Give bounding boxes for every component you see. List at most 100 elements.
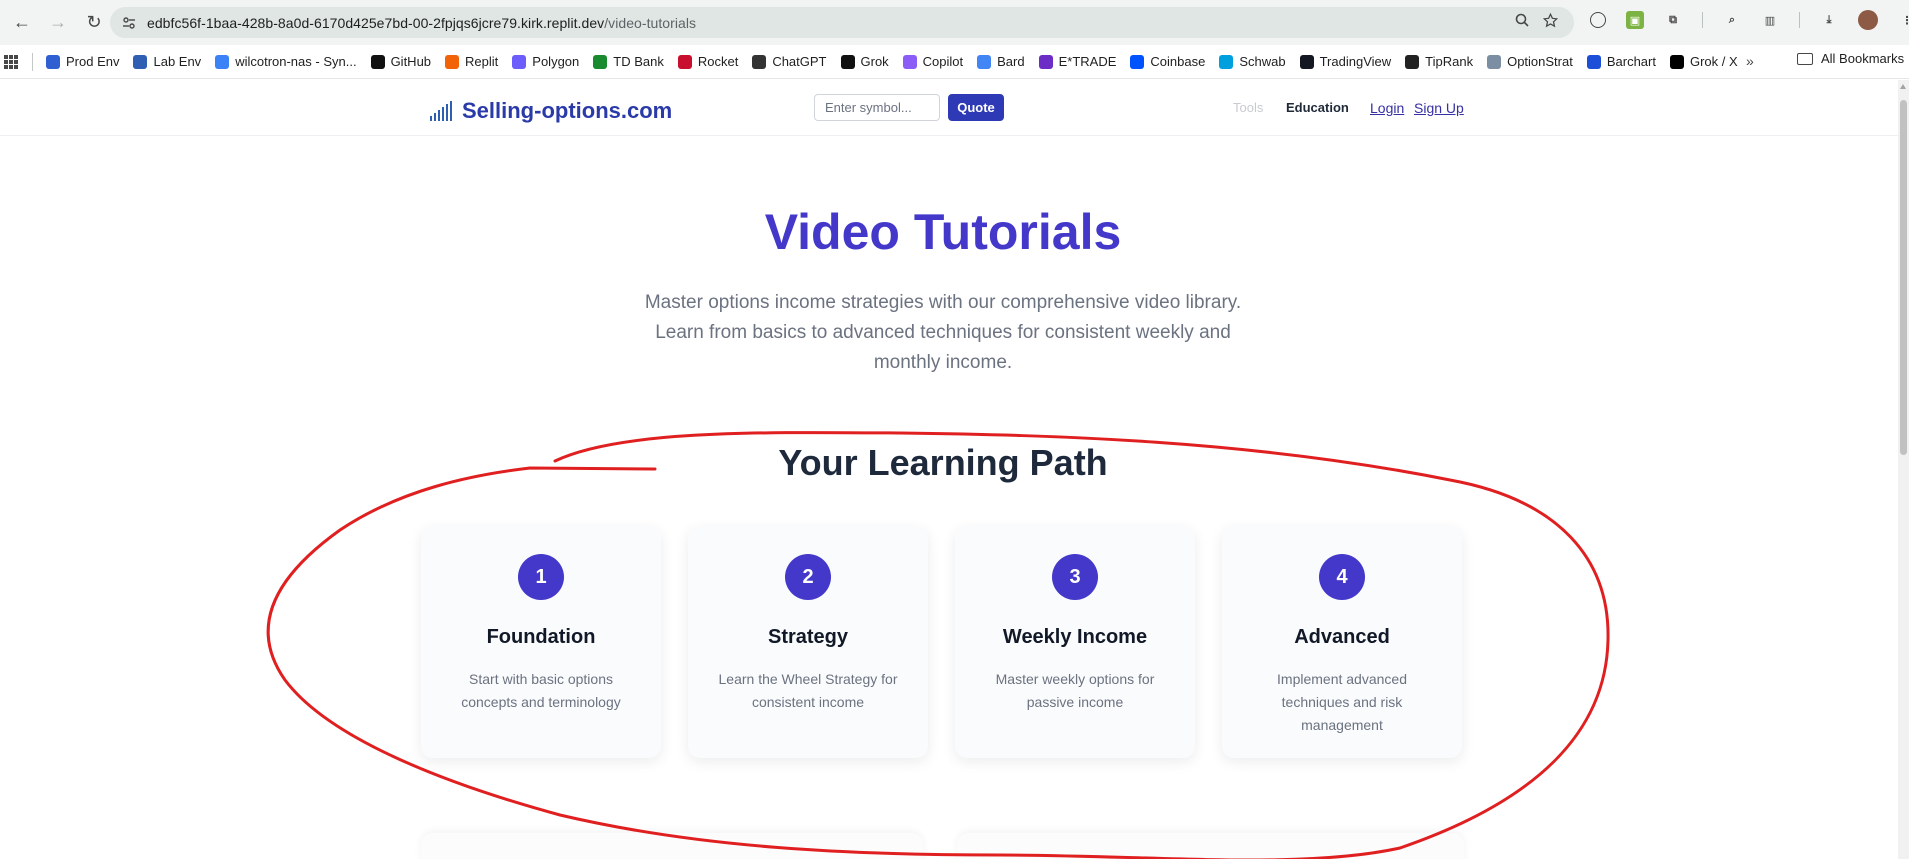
apps-grid-icon[interactable] xyxy=(4,54,18,69)
forward-icon[interactable]: → xyxy=(44,9,72,37)
dsm-icon xyxy=(215,54,230,69)
learning-step-card[interactable]: 3 Weekly Income Master weekly options fo… xyxy=(955,526,1195,758)
step-title: Foundation xyxy=(486,626,596,648)
bookmark-item[interactable]: Grok / X xyxy=(1669,54,1738,69)
site-logo[interactable]: Selling-options.com xyxy=(430,98,672,124)
bookmark-item[interactable]: Rocket xyxy=(677,54,739,69)
extensions-area: ▣ ⧉ ⌕ ▥ ⤓ ⋮ xyxy=(1590,10,1909,30)
bookmark-item[interactable]: TipRank xyxy=(1405,54,1473,69)
quote-button[interactable]: Quote xyxy=(948,94,1004,121)
bookmark-item[interactable]: Coinbase xyxy=(1130,54,1205,69)
step-description: Master weekly options for passive income xyxy=(995,671,1155,710)
learning-path-title: Your Learning Path xyxy=(778,442,1108,483)
bookmark-label: OptionStrat xyxy=(1507,54,1573,69)
github-icon xyxy=(370,54,385,69)
bookmark-item[interactable]: ChatGPT xyxy=(752,54,827,69)
step-description: Implement advanced techniques and risk m… xyxy=(1277,671,1407,733)
bookmark-label: Polygon xyxy=(532,54,580,69)
back-icon[interactable]: ← xyxy=(8,9,36,37)
nav-tools[interactable]: Tools xyxy=(1233,100,1263,115)
bookmark-label: Replit xyxy=(465,54,499,69)
scrollbar-thumb[interactable] xyxy=(1900,100,1907,455)
so-icon xyxy=(46,54,60,69)
learning-step-card[interactable]: 1 Foundation Start with basic options co… xyxy=(421,526,661,758)
nav-education[interactable]: Education xyxy=(1286,100,1349,115)
bookmark-item[interactable]: Bard xyxy=(977,54,1025,69)
learning-step-card[interactable]: 2 Strategy Learn the Wheel Strategy for … xyxy=(688,526,928,758)
polygon-icon xyxy=(512,54,527,69)
optionstrat-icon xyxy=(1487,54,1502,69)
bard-icon xyxy=(977,54,992,69)
signal-bars-icon xyxy=(430,101,452,121)
bookmark-label: E*TRADE xyxy=(1058,54,1117,69)
learning-step-card[interactable]: 4 Advanced Implement advanced techniques… xyxy=(1222,526,1462,758)
chatgpt-icon xyxy=(752,54,767,69)
symbol-input[interactable] xyxy=(814,94,940,121)
bookmark-item[interactable]: GitHub xyxy=(370,54,431,69)
site-info-icon[interactable] xyxy=(120,14,138,32)
bookmark-label: Prod Env xyxy=(66,54,120,69)
learning-path-cards: 1 Foundation Start with basic options co… xyxy=(421,526,1462,758)
td-icon xyxy=(593,54,608,69)
all-bookmarks-button[interactable]: All Bookmarks xyxy=(1797,51,1904,66)
bookmark-label: ChatGPT xyxy=(772,54,827,69)
bookmark-item[interactable]: Schwab xyxy=(1219,54,1286,69)
openai-extension-icon[interactable] xyxy=(1590,12,1606,28)
bookmark-label: TD Bank xyxy=(613,54,664,69)
bookmark-item[interactable]: Polygon xyxy=(512,54,579,69)
bookmark-item[interactable]: E*TRADE xyxy=(1038,54,1117,69)
reading-mode-icon[interactable]: ▥ xyxy=(1761,11,1779,29)
avatar[interactable] xyxy=(1858,10,1878,30)
bookmark-item[interactable]: TD Bank xyxy=(593,54,664,69)
bookmark-label: TradingView xyxy=(1319,54,1392,69)
x-icon xyxy=(1669,54,1684,69)
tipranks-icon xyxy=(1405,54,1420,69)
step-number-badge: 4 xyxy=(1319,554,1365,600)
schwab-icon xyxy=(1219,54,1234,69)
step-description: Start with basic options concepts and te… xyxy=(461,671,621,710)
step-title: Advanced xyxy=(1294,626,1390,648)
puzzle-extensions-icon[interactable]: ⧉ xyxy=(1664,11,1682,29)
tradingview-icon xyxy=(1299,54,1314,69)
step-title: Weekly Income xyxy=(1002,626,1148,648)
bookmark-item[interactable]: Lab Env xyxy=(133,54,201,69)
rocket-icon xyxy=(677,54,692,69)
nav-login-link[interactable]: Login xyxy=(1370,100,1404,116)
video-card-partial[interactable] xyxy=(421,833,923,859)
bookmark-label: Coinbase xyxy=(1150,54,1206,69)
bookmark-item[interactable]: wilcotron-nas - Syn... xyxy=(215,54,357,69)
bookmark-item[interactable]: TradingView xyxy=(1299,54,1392,69)
bookmark-label: Rocket xyxy=(697,54,739,69)
bookmark-item[interactable]: OptionStrat xyxy=(1487,54,1573,69)
reload-icon[interactable]: ↻ xyxy=(80,9,108,37)
copilot-icon xyxy=(902,54,917,69)
zoom-icon[interactable] xyxy=(1515,13,1529,33)
menu-kebab-icon[interactable]: ⋮ xyxy=(1898,11,1909,29)
bars-icon xyxy=(133,54,148,69)
video-card-partial[interactable] xyxy=(957,833,1464,859)
bookmark-label: Grok / X xyxy=(1689,54,1738,69)
download-icon[interactable]: ⤓ xyxy=(1820,11,1838,29)
page-title: Video Tutorials xyxy=(764,204,1122,260)
bookmark-star-icon[interactable] xyxy=(1542,12,1559,33)
address-bar[interactable]: edbfc56f-1baa-428b-8a0d-6170d425e7bd-00-… xyxy=(110,7,1574,38)
browser-toolbar: ← → ↻ edbfc56f-1baa-428b-8a0d-6170d425e7… xyxy=(0,0,1909,45)
bookmark-item[interactable]: Barchart xyxy=(1586,54,1656,69)
step-number-badge: 1 xyxy=(518,554,564,600)
bookmarks-bar: Prod Env Lab Env wilcotron-nas - Syn... Git… xyxy=(0,45,1909,79)
url-text: edbfc56f-1baa-428b-8a0d-6170d425e7bd-00-… xyxy=(147,14,697,31)
step-title: Strategy xyxy=(767,626,849,648)
nav-signup-link[interactable]: Sign Up xyxy=(1414,100,1464,116)
green-extension-icon[interactable]: ▣ xyxy=(1626,11,1644,29)
bookmark-item[interactable]: Copilot xyxy=(902,54,963,69)
page-scrollbar[interactable] xyxy=(1898,80,1909,859)
tab-search-icon[interactable]: ⌕ xyxy=(1723,11,1741,29)
bookmark-item[interactable]: Replit xyxy=(445,54,498,69)
bookmark-list: Prod Env Lab Env wilcotron-nas - Syn... Git… xyxy=(46,54,1752,69)
coinbase-icon xyxy=(1130,54,1145,69)
bookmark-label: TipRank xyxy=(1425,54,1474,69)
bookmark-item[interactable]: Grok xyxy=(840,54,889,69)
bookmark-item[interactable]: Prod Env xyxy=(46,54,119,69)
bookmark-label: Grok xyxy=(860,54,889,69)
bookmarks-overflow-chevron-icon[interactable]: » xyxy=(1746,53,1754,69)
